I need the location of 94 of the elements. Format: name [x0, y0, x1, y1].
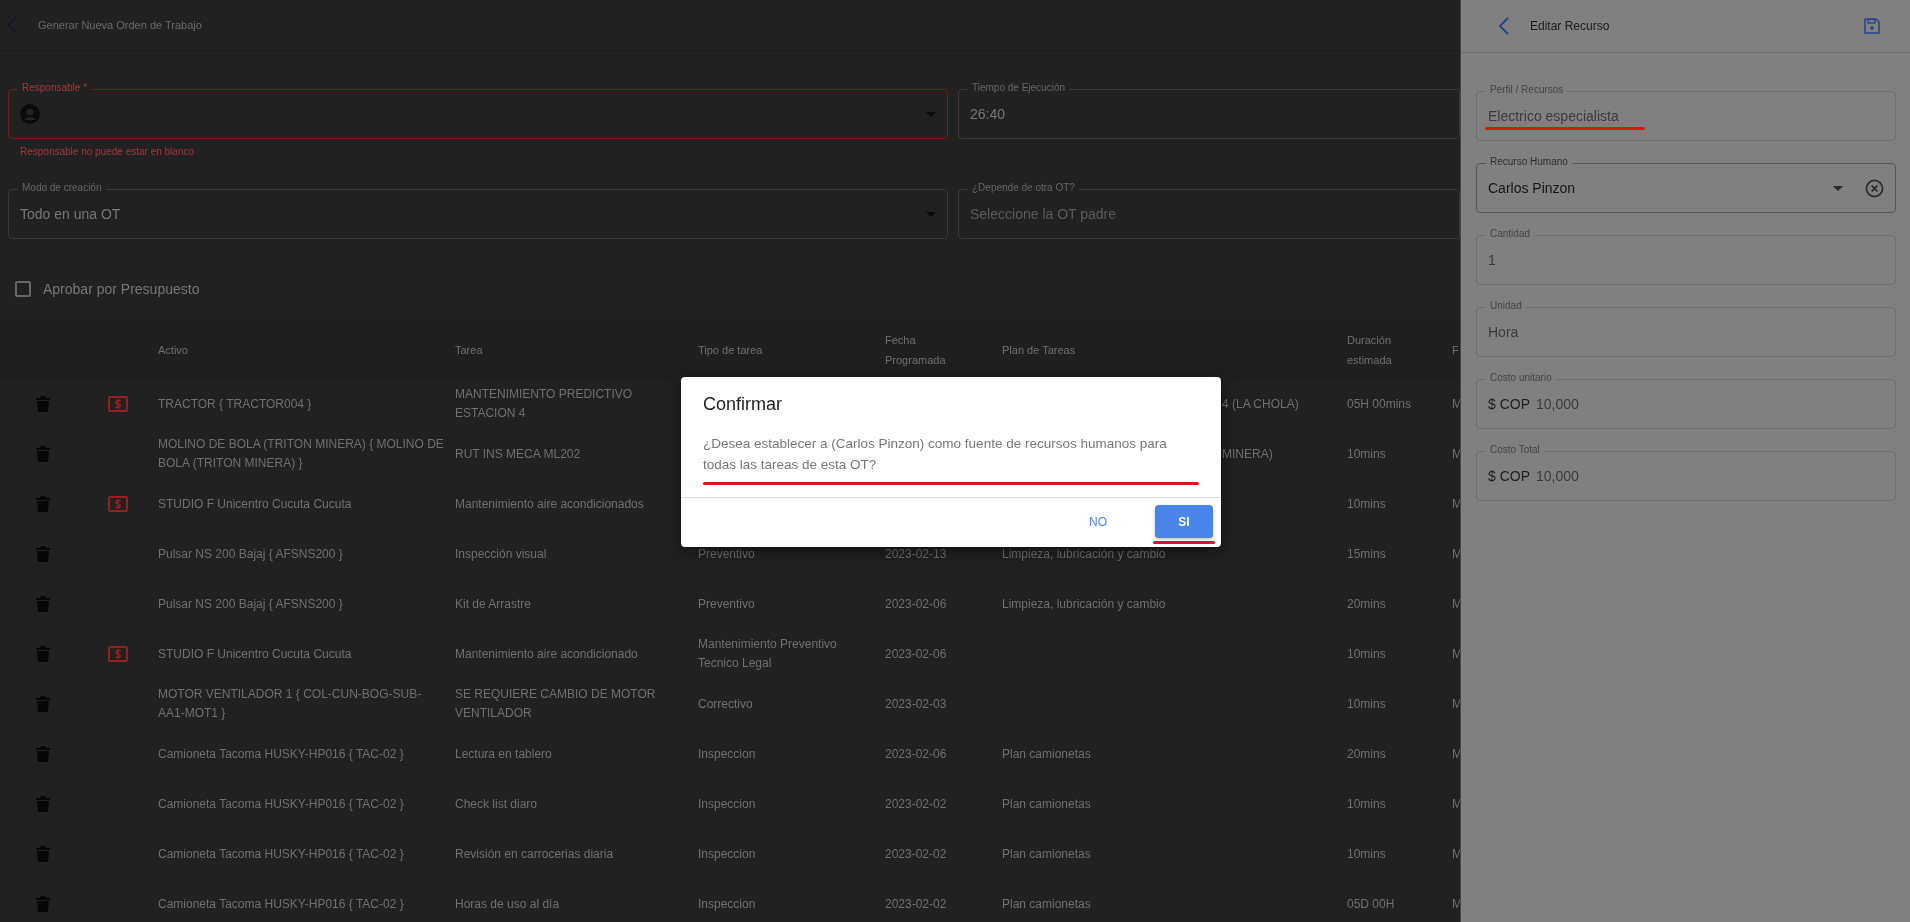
trash-icon[interactable]	[36, 746, 50, 762]
table-cell-text: STUDIO F Unicentro Cucuta Cucuta	[158, 495, 353, 513]
trash-icon[interactable]	[36, 696, 50, 712]
page-title: Generar Nueva Orden de Trabajo	[38, 19, 202, 31]
checkbox-label: Aprobar por Presupuesto	[43, 281, 200, 297]
table-cell: Plan camionetas	[1002, 796, 1091, 811]
table-cell-text: 20mins	[1347, 745, 1387, 763]
table-cell-text: MOLINO DE BOLA (TRITON MINERA) { MOLINO DE BOLA (TRITON MINERA) }	[158, 436, 445, 472]
table-cell: Plan camionetas	[1002, 746, 1091, 761]
table-cell-text: RUT INS MECA ML202	[455, 445, 582, 463]
column-header: F	[1452, 343, 1460, 358]
table-cell-text: TRACTOR { TRACTOR004 }	[158, 395, 313, 413]
table-cell: 2023-02-13	[885, 546, 947, 561]
table-cell-text: Camioneta Tacoma HUSKY-HP016 { TAC-02 }	[158, 745, 405, 763]
parent-ot-select[interactable]: ¿Depende de otra OT? Seleccione la OT padre	[958, 181, 1460, 239]
dialog-message: ¿Desea establecer a (Carlos Pinzon) como fuente de recursos humanos para todas las tareas de esta OT?	[703, 435, 1168, 474]
table-cell-text: 05D 00H	[1347, 895, 1396, 913]
table-cell: 4 (LA CHOLA)	[1222, 396, 1299, 411]
panel-title: Editar Recurso	[1530, 19, 1610, 33]
table-cell: Inspeccion	[698, 746, 756, 761]
column-header: Fecha Programada	[885, 333, 947, 368]
table-cell-text: 05H 00mins	[1347, 395, 1413, 413]
trash-icon[interactable]	[36, 646, 50, 662]
table-cell: 2023-02-06	[885, 646, 947, 661]
table-cell-text: 15mins	[1347, 545, 1387, 563]
table-cell: Plan camionetas	[1002, 846, 1091, 861]
table-cell-text: 10mins	[1347, 695, 1387, 713]
table-cell: 2023-02-02	[885, 796, 947, 811]
table-cell-text: 10mins	[1347, 495, 1387, 513]
table-cell-text: 10mins	[1347, 445, 1387, 463]
creation-mode-select[interactable]: Modo de creación Todo en una OT	[8, 181, 948, 239]
confirm-button[interactable]: SI	[1155, 505, 1213, 538]
resource-select[interactable]: Recurso Humano Carlos Pinzon	[1476, 155, 1896, 213]
table-cell-text: MOTOR VENTILADOR 1 { COL-CUN-BOG-SUB-AA1-MOT1 }	[158, 686, 423, 722]
column-header: Activo	[158, 343, 189, 358]
table-cell-text: 20mins	[1347, 595, 1387, 613]
approve-checkbox[interactable]	[15, 281, 31, 297]
table-cell: 2023-02-02	[885, 846, 947, 861]
execution-time-field[interactable]: Tiempo de Ejecución 26:40	[958, 81, 1460, 139]
table-cell: Plan camionetas	[1002, 896, 1091, 911]
table-cell-text: Lectura en tablero	[455, 745, 553, 763]
table-cell-text: Check list diaro	[455, 795, 539, 813]
save-icon[interactable]	[1864, 18, 1880, 34]
table-cell: Preventivo	[698, 596, 755, 611]
table-cell-text: Horas de uso al día	[455, 895, 561, 913]
table-cell: 2023-02-06	[885, 596, 947, 611]
table-cell: Inspeccion	[698, 896, 756, 911]
table-cell: Preventivo	[698, 546, 755, 561]
trash-icon[interactable]	[36, 446, 50, 462]
column-header: Tarea	[455, 343, 484, 358]
table-cell: 2023-02-02	[885, 896, 947, 911]
trash-icon[interactable]	[36, 396, 50, 412]
table-cell: MINERA)	[1222, 446, 1273, 461]
table-cell-text: Mantenimiento aire acondicionados	[455, 495, 645, 513]
trash-icon[interactable]	[36, 896, 50, 912]
trash-icon[interactable]	[36, 846, 50, 862]
table-cell: Limpieza, lubricación y cambio	[1002, 596, 1166, 611]
table-cell-text: Kit de Arrastre	[455, 595, 533, 613]
table-cell-text: Camioneta Tacoma HUSKY-HP016 { TAC-02 }	[158, 845, 405, 863]
responsable-select[interactable]: Responsable *	[8, 81, 948, 139]
table-cell: Mantenimiento Preventivo Tecnico Legal	[698, 637, 837, 670]
table-cell: 2023-02-06	[885, 746, 947, 761]
clear-icon[interactable]	[1865, 178, 1884, 198]
table-cell-text: Inspección visual	[455, 545, 548, 563]
table-cell: Inspeccion	[698, 796, 756, 811]
dialog-title: Confirmar	[702, 393, 783, 416]
column-header: Plan de Tareas	[1002, 343, 1077, 358]
back-icon[interactable]	[1498, 16, 1510, 36]
table-cell-text: Mantenimiento aire acondicionado	[455, 645, 639, 663]
table-cell-text: 10mins	[1347, 795, 1387, 813]
table-cell: Limpieza, lubricación y cambio	[1002, 546, 1166, 561]
trash-icon[interactable]	[36, 796, 50, 812]
table-cell: Inspeccion	[698, 846, 756, 861]
column-header: Duración estimada	[1347, 333, 1393, 368]
cancel-button[interactable]: NO	[1067, 505, 1129, 538]
table-cell-text: STUDIO F Unicentro Cucuta Cucuta	[158, 645, 353, 663]
trash-icon[interactable]	[36, 546, 50, 562]
person-icon	[20, 104, 40, 124]
column-header: Tipo de tarea	[698, 343, 764, 358]
table-cell-text: Camioneta Tacoma HUSKY-HP016 { TAC-02 }	[158, 895, 405, 913]
trash-icon[interactable]	[36, 596, 50, 612]
trash-icon[interactable]	[36, 496, 50, 512]
table-cell-text: MANTENIMIENTO PREDICTIVO ESTACION 4	[455, 386, 634, 422]
table-cell-text: Pulsar NS 200 Bajaj { AFSNS200 }	[158, 545, 344, 563]
table-cell-text: Camioneta Tacoma HUSKY-HP016 { TAC-02 }	[158, 795, 405, 813]
table-cell: Correctivo	[698, 696, 753, 711]
table-cell: 2023-02-03	[885, 696, 947, 711]
table-cell-text: 10mins	[1347, 645, 1387, 663]
error-message: Responsable no puede estar en blanco	[19, 145, 196, 159]
table-cell-text: Revisión en carrocerias diaria	[455, 845, 615, 863]
table-cell-text: SE REQUIERE CAMBIO DE MOTOR VENTILADOR	[455, 686, 657, 722]
table-cell-text: 10mins	[1347, 845, 1387, 863]
dropdown-caret-icon	[1833, 185, 1843, 191]
table-cell-text: Pulsar NS 200 Bajaj { AFSNS200 }	[158, 595, 344, 613]
